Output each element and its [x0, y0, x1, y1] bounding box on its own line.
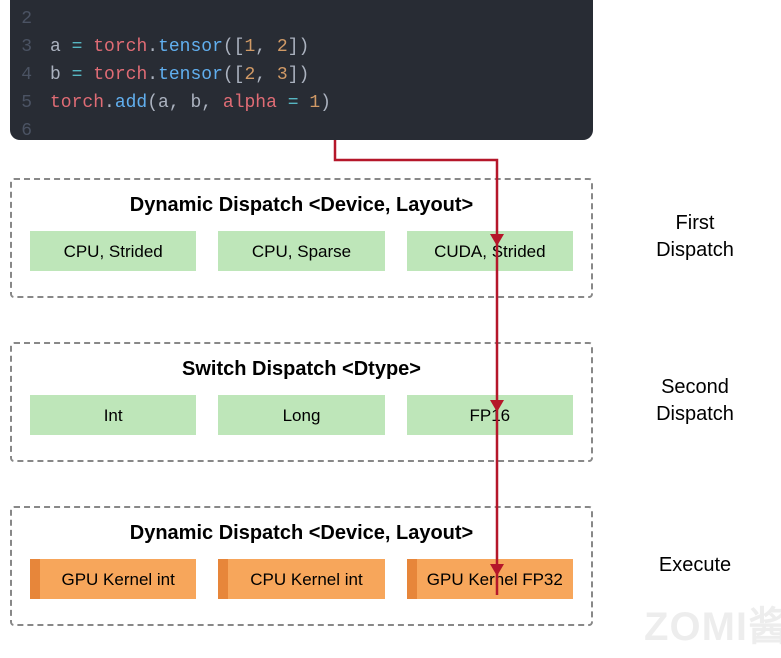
- execute-item: CPU Kernel int: [218, 559, 384, 599]
- execute-item: GPU Kernel FP32: [407, 559, 573, 599]
- execute-item: GPU Kernel int: [30, 559, 196, 599]
- dispatch-item: Int: [30, 395, 196, 435]
- line-number: 4: [10, 62, 50, 90]
- dispatch-item: CPU, Strided: [30, 231, 196, 271]
- line-number: 3: [10, 34, 50, 62]
- dispatch-title-1: Dynamic Dispatch <Device, Layout>: [30, 194, 573, 217]
- side-label-3: Execute: [620, 552, 770, 579]
- code-content: [50, 118, 61, 140]
- dispatch-item: CPU, Sparse: [218, 231, 384, 271]
- dispatch-item: Long: [218, 395, 384, 435]
- dispatch-box-2: Switch Dispatch <Dtype> Int Long FP16: [10, 342, 593, 462]
- line-number: 5: [10, 90, 50, 118]
- code-content: b = torch.tensor([2, 3]): [50, 62, 309, 90]
- code-content: [50, 6, 61, 34]
- dispatch-item: CUDA, Strided: [407, 231, 573, 271]
- code-line: 5torch.add(a, b, alpha = 1): [10, 90, 593, 118]
- items-row-3: GPU Kernel int CPU Kernel int GPU Kernel…: [30, 559, 573, 599]
- dispatch-box-3: Dynamic Dispatch <Device, Layout> GPU Ke…: [10, 506, 593, 626]
- code-line: 2: [10, 6, 593, 34]
- side-label-1: FirstDispatch: [620, 210, 770, 264]
- dispatch-title-3: Dynamic Dispatch <Device, Layout>: [30, 522, 573, 545]
- code-line: 4b = torch.tensor([2, 3]): [10, 62, 593, 90]
- code-content: a = torch.tensor([1, 2]): [50, 34, 309, 62]
- code-content: torch.add(a, b, alpha = 1): [50, 90, 331, 118]
- dispatch-box-1: Dynamic Dispatch <Device, Layout> CPU, S…: [10, 178, 593, 298]
- code-line: 6: [10, 118, 593, 140]
- dispatch-item: FP16: [407, 395, 573, 435]
- code-line: 3a = torch.tensor([1, 2]): [10, 34, 593, 62]
- line-number: 2: [10, 6, 50, 34]
- items-row-2: Int Long FP16: [30, 395, 573, 435]
- dispatch-title-2: Switch Dispatch <Dtype>: [30, 358, 573, 381]
- side-label-2: SecondDispatch: [620, 374, 770, 428]
- items-row-1: CPU, Strided CPU, Sparse CUDA, Strided: [30, 231, 573, 271]
- code-block: 2 3a = torch.tensor([1, 2])4b = torch.te…: [10, 0, 593, 140]
- watermark: ZOMI酱: [644, 594, 781, 652]
- line-number: 6: [10, 118, 50, 140]
